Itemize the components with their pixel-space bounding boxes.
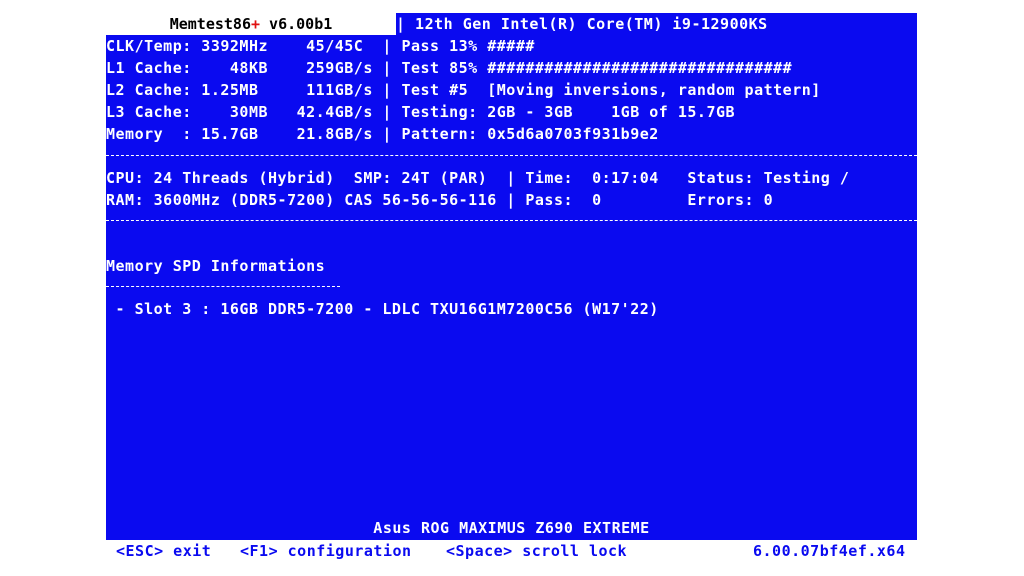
app-name: Memtest86 bbox=[169, 15, 251, 33]
clk-temp-row: CLK/Temp: 3392MHz 45/45C | Pass 13% ####… bbox=[106, 37, 535, 55]
app-version: v6.00b1 bbox=[260, 15, 333, 33]
l1-cache-row: L1 Cache: 48KB 259GB/s | Test 85% ######… bbox=[106, 59, 793, 77]
l2-cache-row: L2 Cache: 1.25MB 111GB/s | Test #5 [Movi… bbox=[106, 81, 821, 99]
spd-slot-item: - Slot 3 : 16GB DDR5-7200 - LDLC TXU16G1… bbox=[106, 300, 659, 318]
app-plus: + bbox=[251, 15, 261, 33]
divider-bottom bbox=[106, 220, 917, 221]
status-cpu-row: CPU: 24 Threads (Hybrid) SMP: 24T (PAR) … bbox=[106, 169, 850, 187]
esc-exit-hint[interactable]: <ESC> exit bbox=[116, 540, 211, 562]
cpu-model: | 12th Gen Intel(R) Core(TM) i9-12900KS bbox=[396, 15, 768, 33]
f1-config-hint[interactable]: <F1> configuration bbox=[240, 540, 412, 562]
l3-cache-row: L3 Cache: 30MB 42.4GB/s | Testing: 2GB -… bbox=[106, 103, 736, 121]
footer-bar: <ESC> exit <F1> configuration <Space> sc… bbox=[106, 540, 917, 562]
board-name: Asus ROG MAXIMUS Z690 EXTREME bbox=[373, 519, 650, 537]
memtest-screen: Memtest86+ v6.00b1 | 12th Gen Intel(R) C… bbox=[106, 13, 917, 540]
app-title: Memtest86+ v6.00b1 bbox=[106, 13, 396, 35]
divider-top bbox=[106, 155, 917, 156]
space-scroll-lock-hint[interactable]: <Space> scroll lock bbox=[446, 540, 627, 562]
memory-row: Memory : 15.7GB 21.8GB/s | Pattern: 0x5d… bbox=[106, 125, 659, 143]
spd-title: Memory SPD Informations bbox=[106, 257, 326, 275]
build-version: 6.00.07bf4ef.x64 bbox=[753, 542, 906, 560]
status-ram-row: RAM: 3600MHz (DDR5-7200) CAS 56-56-56-11… bbox=[106, 191, 774, 209]
spd-title-underline bbox=[106, 286, 340, 287]
